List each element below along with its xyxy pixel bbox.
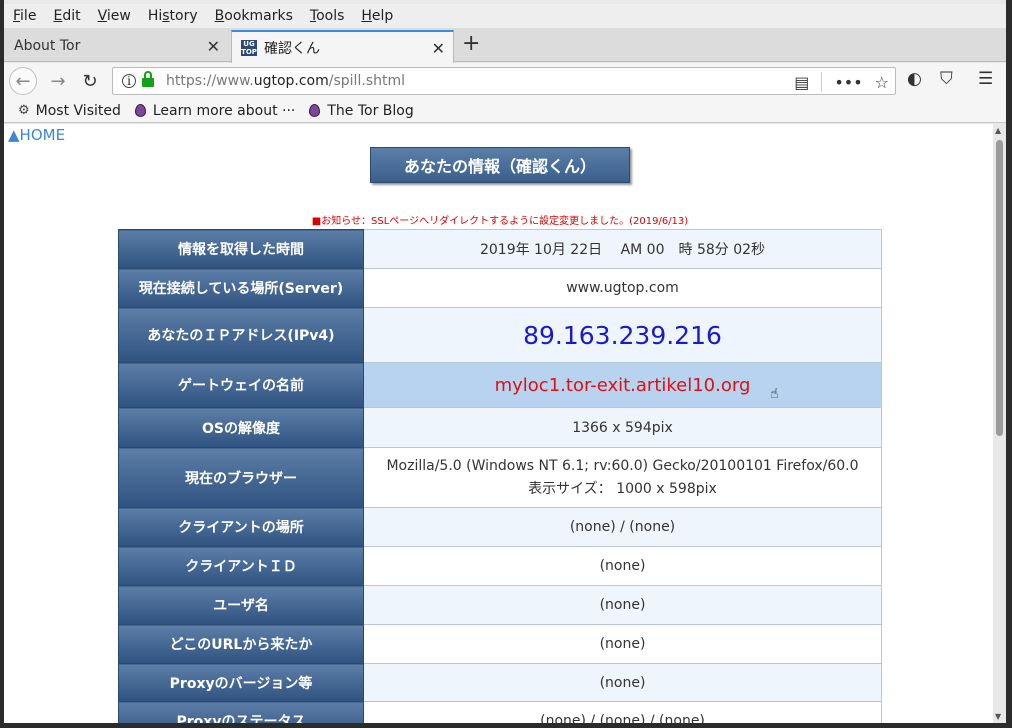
back-button[interactable]: ←	[9, 67, 37, 95]
table-row: ユーザ名 (none)	[118, 585, 882, 625]
hamburger-menu-icon[interactable]: ☰	[978, 69, 993, 89]
row-value: (none)	[363, 546, 882, 586]
scroll-up-icon[interactable]: ▲	[995, 126, 1001, 135]
row-value: www.ugtop.com	[363, 268, 882, 308]
table-row: Proxyのバージョン等 (none)	[118, 663, 882, 702]
new-tab-icon[interactable]: +	[462, 31, 480, 56]
gateway-value: myloc1.tor-exit.artikel10.org	[363, 362, 882, 408]
vertical-scrollbar[interactable]: ▲ ▼	[993, 124, 1006, 723]
forward-button[interactable]: →	[44, 67, 72, 95]
arrow-left-icon: ←	[15, 70, 31, 92]
site-favicon-icon: UG TOP	[241, 39, 257, 56]
row-value: 1366 x 594pix	[363, 407, 882, 448]
row-value: (none)	[363, 663, 882, 702]
row-value: (none)	[363, 585, 882, 625]
home-link[interactable]: ▲HOME	[8, 126, 65, 144]
row-label: OSの解像度	[118, 407, 364, 448]
bookmark-tor-blog[interactable]: The Tor Blog	[309, 103, 414, 119]
navigation-toolbar: ← → ↻ i https://www.ugtop.com/spill.shtm…	[4, 63, 1006, 99]
menu-bookmarks[interactable]: Bookmarks	[215, 8, 293, 24]
row-label: ゲートウェイの名前	[118, 362, 364, 408]
table-row: 現在接続している場所(Server) www.ugtop.com	[118, 268, 882, 308]
onion-icon	[134, 104, 146, 117]
display-size-text: 表示サイズ： 1000 x 598pix	[528, 480, 717, 497]
table-row: 現在のブラウザー Mozilla/5.0 (Windows NT 6.1; rv…	[118, 447, 882, 508]
bookmark-most-visited[interactable]: ⚙ Most Visited	[18, 103, 121, 119]
menu-help[interactable]: Help	[361, 8, 393, 24]
row-label: ユーザ名	[118, 585, 364, 625]
onion-icon	[309, 104, 321, 117]
arrow-right-icon: →	[50, 70, 66, 92]
info-icon[interactable]: i	[122, 74, 136, 88]
table-row: あなたのＩＰアドレス(IPv4) 89.163.239.216	[118, 307, 882, 363]
table-row: クライアントＩＤ (none)	[118, 546, 882, 586]
table-row: Proxyのステータス (none) / (none) / (none)	[118, 701, 882, 723]
tab-label: 確認くん	[264, 40, 320, 57]
shield-icon[interactable]: ⛉	[940, 69, 953, 89]
page-content: ▲HOME あなたの情報（確認くん） ■お知らせ：SSLページへリダイレクトする…	[4, 124, 993, 723]
tab-label: About Tor	[14, 38, 81, 54]
tab-about-tor[interactable]: About Tor ✕	[4, 30, 228, 62]
row-value: (none)	[363, 624, 882, 664]
star-icon[interactable]: ☆	[875, 73, 889, 92]
table-row: OSの解像度 1366 x 594pix	[118, 407, 882, 448]
menu-bar: File Edit View History Bookmarks Tools H…	[4, 4, 1006, 28]
row-label: Proxyのステータス	[118, 701, 364, 723]
hand-cursor-icon: ☝	[770, 386, 779, 402]
notice-text: ■お知らせ：SSLページへリダイレクトするように設定変更しました。(2019/6…	[311, 216, 689, 227]
close-icon[interactable]: ✕	[207, 37, 220, 56]
table-row: クライアントの場所 (none) / (none)	[118, 507, 882, 547]
scrollbar-thumb[interactable]	[996, 140, 1003, 436]
reload-button[interactable]: ↻	[76, 67, 104, 95]
row-label: クライアントの場所	[118, 507, 364, 547]
browser-ua-text: Mozilla/5.0 (Windows NT 6.1; rv:60.0) Ge…	[386, 457, 859, 474]
table-row: どこのURLから来たか (none)	[118, 624, 882, 664]
row-label: どこのURLから来たか	[118, 624, 364, 664]
url-text[interactable]: https://www.ugtop.com/spill.shtml	[166, 73, 405, 89]
bookmark-learn-more[interactable]: Learn more about ···	[134, 103, 295, 119]
row-value: 2019年 10月 22日 AM 00 時 58分 02秒	[363, 229, 882, 269]
menu-file[interactable]: File	[13, 8, 36, 24]
table-row: ゲートウェイの名前 myloc1.tor-exit.artikel10.org	[118, 362, 882, 408]
scroll-down-icon[interactable]: ▼	[995, 712, 1001, 721]
menu-view[interactable]: View	[98, 8, 131, 24]
info-table: 情報を取得した時間 2019年 10月 22日 AM 00 時 58分 02秒 …	[118, 229, 882, 723]
tor-onion-icon[interactable]: ◐	[907, 69, 922, 89]
gear-icon: ⚙	[18, 103, 30, 118]
page-title: あなたの情報（確認くん）	[370, 147, 630, 183]
row-label: あなたのＩＰアドレス(IPv4)	[118, 307, 364, 363]
tab-bar: About Tor ✕ UG TOP 確認くん ✕ +	[4, 28, 1006, 63]
reload-icon: ↻	[82, 70, 98, 92]
row-label: 現在のブラウザー	[118, 447, 364, 508]
row-value: Mozilla/5.0 (Windows NT 6.1; rv:60.0) Ge…	[363, 447, 882, 508]
divider	[821, 72, 823, 92]
bookmarks-toolbar: ⚙ Most Visited Learn more about ··· The T…	[4, 99, 1006, 123]
menu-history[interactable]: History	[148, 8, 198, 24]
row-value: (none) / (none)	[363, 507, 882, 547]
ip-address-value: 89.163.239.216	[363, 307, 882, 363]
tab-kakunin[interactable]: UG TOP 確認くん ✕	[231, 30, 454, 63]
row-label: クライアントＩＤ	[118, 546, 364, 586]
row-value: (none) / (none) / (none)	[363, 701, 882, 723]
reader-view-icon[interactable]: ▤	[794, 73, 809, 92]
lock-icon[interactable]	[142, 71, 154, 87]
close-icon[interactable]: ✕	[432, 39, 445, 58]
page-actions-icon[interactable]: •••	[834, 73, 862, 92]
menu-tools[interactable]: Tools	[310, 8, 345, 24]
url-tools: ▤ ••• ☆	[794, 68, 889, 96]
url-bar[interactable]: i https://www.ugtop.com/spill.shtml ▤ ••…	[112, 67, 896, 95]
row-label: 現在接続している場所(Server)	[118, 268, 364, 308]
row-label: Proxyのバージョン等	[118, 663, 364, 702]
row-label: 情報を取得した時間	[118, 229, 364, 269]
table-row: 情報を取得した時間 2019年 10月 22日 AM 00 時 58分 02秒	[118, 229, 882, 269]
menu-edit[interactable]: Edit	[53, 8, 80, 24]
